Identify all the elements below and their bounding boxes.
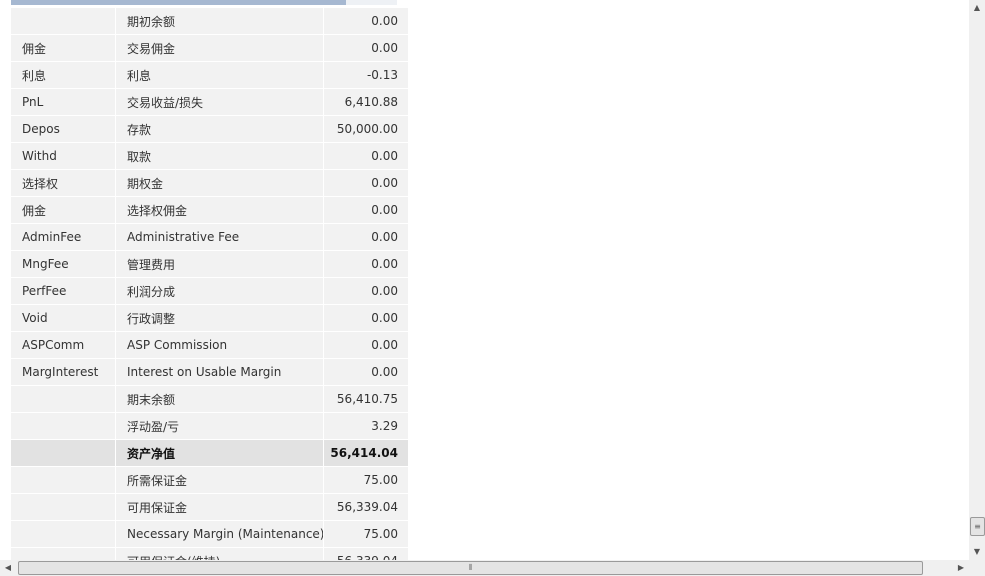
row-code-cell: 佣金 bbox=[11, 196, 116, 224]
table-row: PnL 交易收益/损失 6,410.88 bbox=[11, 88, 408, 116]
table-header-strip bbox=[11, 0, 397, 5]
scrollbar-corner bbox=[969, 560, 985, 576]
row-description-cell: 资产净值 bbox=[115, 439, 324, 467]
scroll-left-arrow-icon[interactable]: ◀ bbox=[0, 560, 16, 576]
row-code-cell: Withd bbox=[11, 142, 116, 170]
row-code-cell: 利息 bbox=[11, 61, 116, 89]
row-description-cell: 交易收益/损失 bbox=[115, 88, 324, 116]
row-amount-cell: 0.00 bbox=[323, 142, 408, 170]
table-row: Necessary Margin (Maintenance) 75.00 bbox=[11, 520, 408, 548]
row-code-cell: PnL bbox=[11, 88, 116, 116]
account-summary-body: 期初余额 0.00 佣金 交易佣金 0.00 利息 利息 -0.13 PnL 交易收益/损失 6,4… bbox=[11, 8, 408, 560]
table-row: PerfFee 利润分成 0.00 bbox=[11, 277, 408, 305]
table-row: Withd 取款 0.00 bbox=[11, 142, 408, 170]
row-description-cell: 浮动盈/亏 bbox=[115, 412, 324, 440]
row-amount-cell: 0.00 bbox=[323, 277, 408, 305]
row-description-cell: 所需保证金 bbox=[115, 466, 324, 494]
row-code-cell bbox=[11, 412, 116, 440]
row-description-cell: 可用保证金 bbox=[115, 493, 324, 521]
row-code-cell: PerfFee bbox=[11, 277, 116, 305]
row-amount-cell: 0.00 bbox=[323, 250, 408, 278]
row-code-cell: Void bbox=[11, 304, 116, 332]
table-row: 浮动盈/亏 3.29 bbox=[11, 412, 408, 440]
row-description-cell: 存款 bbox=[115, 115, 324, 143]
table-row: 佣金 交易佣金 0.00 bbox=[11, 34, 408, 62]
row-code-cell bbox=[11, 466, 116, 494]
row-amount-cell: 56,410.75 bbox=[323, 385, 408, 413]
row-description-cell: 管理费用 bbox=[115, 250, 324, 278]
row-description-cell: 选择权佣金 bbox=[115, 196, 324, 224]
vertical-scrollbar[interactable]: ▲ ≡ ▼ bbox=[969, 0, 985, 560]
table-row: 选择权 期权金 0.00 bbox=[11, 169, 408, 197]
scroll-up-arrow-icon[interactable]: ▲ bbox=[969, 0, 985, 16]
table-row: 所需保证金 75.00 bbox=[11, 466, 408, 494]
row-amount-cell: 0.00 bbox=[323, 34, 408, 62]
row-description-cell: 取款 bbox=[115, 142, 324, 170]
header-accent-bar bbox=[11, 0, 346, 5]
table-row: 资产净值 56,414.04 bbox=[11, 439, 408, 467]
scroll-down-arrow-icon[interactable]: ▼ bbox=[969, 544, 985, 560]
row-description-cell: Interest on Usable Margin bbox=[115, 358, 324, 386]
row-code-cell: Depos bbox=[11, 115, 116, 143]
table-row: MargInterest Interest on Usable Margin 0.0… bbox=[11, 358, 408, 386]
table-row: 可用保证金 56,339.04 bbox=[11, 493, 408, 521]
table-row: MngFee 管理费用 0.00 bbox=[11, 250, 408, 278]
table-row: 期初余额 0.00 bbox=[11, 8, 408, 35]
row-description-cell: ASP Commission bbox=[115, 331, 324, 359]
row-amount-cell: 6,410.88 bbox=[323, 88, 408, 116]
table-row: Depos 存款 50,000.00 bbox=[11, 115, 408, 143]
table-row: AdminFee Administrative Fee 0.00 bbox=[11, 223, 408, 251]
table-row: ASPComm ASP Commission 0.00 bbox=[11, 331, 408, 359]
row-description-cell: 期初余额 bbox=[115, 8, 324, 35]
row-amount-cell: 3.29 bbox=[323, 412, 408, 440]
account-summary-table: 期初余额 0.00 佣金 交易佣金 0.00 利息 利息 -0.13 PnL 交易收益/损失 6,4… bbox=[11, 8, 408, 560]
scroll-right-arrow-icon[interactable]: ▶ bbox=[953, 560, 969, 576]
row-amount-cell: 75.00 bbox=[323, 466, 408, 494]
row-code-cell: 选择权 bbox=[11, 169, 116, 197]
row-description-cell: 利息 bbox=[115, 61, 324, 89]
row-code-cell: MngFee bbox=[11, 250, 116, 278]
table-row: 利息 利息 -0.13 bbox=[11, 61, 408, 89]
row-code-cell: AdminFee bbox=[11, 223, 116, 251]
report-viewport: 期初余额 0.00 佣金 交易佣金 0.00 利息 利息 -0.13 PnL 交易收益/损失 6,4… bbox=[0, 0, 969, 560]
row-amount-cell: 0.00 bbox=[323, 196, 408, 224]
row-code-cell: ASPComm bbox=[11, 331, 116, 359]
horizontal-scroll-thumb[interactable]: ⦀ bbox=[18, 561, 923, 575]
row-amount-cell: 56,339.04 bbox=[323, 547, 408, 560]
row-amount-cell: 50,000.00 bbox=[323, 115, 408, 143]
row-amount-cell: 56,339.04 bbox=[323, 493, 408, 521]
row-amount-cell: 75.00 bbox=[323, 520, 408, 548]
table-row: Void 行政调整 0.00 bbox=[11, 304, 408, 332]
row-amount-cell: 56,414.04 bbox=[323, 439, 408, 467]
row-amount-cell: 0.00 bbox=[323, 8, 408, 35]
row-amount-cell: -0.13 bbox=[323, 61, 408, 89]
horizontal-scrollbar[interactable]: ◀ ⦀ ▶ bbox=[0, 560, 969, 576]
table-row: 可用保证金(维持)56,339.04 bbox=[11, 547, 408, 560]
row-amount-cell: 0.00 bbox=[323, 223, 408, 251]
row-code-cell bbox=[11, 8, 116, 35]
row-code-cell: MargInterest bbox=[11, 358, 116, 386]
row-description-cell: Necessary Margin (Maintenance) bbox=[115, 520, 324, 548]
table-row: 期末余额 56,410.75 bbox=[11, 385, 408, 413]
row-description-cell: Administrative Fee bbox=[115, 223, 324, 251]
row-code-cell: 佣金 bbox=[11, 34, 116, 62]
row-description-cell: 交易佣金 bbox=[115, 34, 324, 62]
row-code-cell bbox=[11, 547, 116, 560]
row-amount-cell: 0.00 bbox=[323, 169, 408, 197]
row-description-cell: 利润分成 bbox=[115, 277, 324, 305]
row-amount-cell: 0.00 bbox=[323, 304, 408, 332]
row-code-cell bbox=[11, 439, 116, 467]
row-code-cell bbox=[11, 520, 116, 548]
vertical-scroll-thumb[interactable]: ≡ bbox=[970, 517, 985, 536]
row-description-cell: 期末余额 bbox=[115, 385, 324, 413]
row-amount-cell: 0.00 bbox=[323, 358, 408, 386]
row-code-cell bbox=[11, 385, 116, 413]
row-amount-cell: 0.00 bbox=[323, 331, 408, 359]
row-description-cell: 可用保证金(维持) bbox=[115, 547, 324, 560]
row-description-cell: 行政调整 bbox=[115, 304, 324, 332]
row-description-cell: 期权金 bbox=[115, 169, 324, 197]
table-row: 佣金 选择权佣金 0.00 bbox=[11, 196, 408, 224]
row-code-cell bbox=[11, 493, 116, 521]
